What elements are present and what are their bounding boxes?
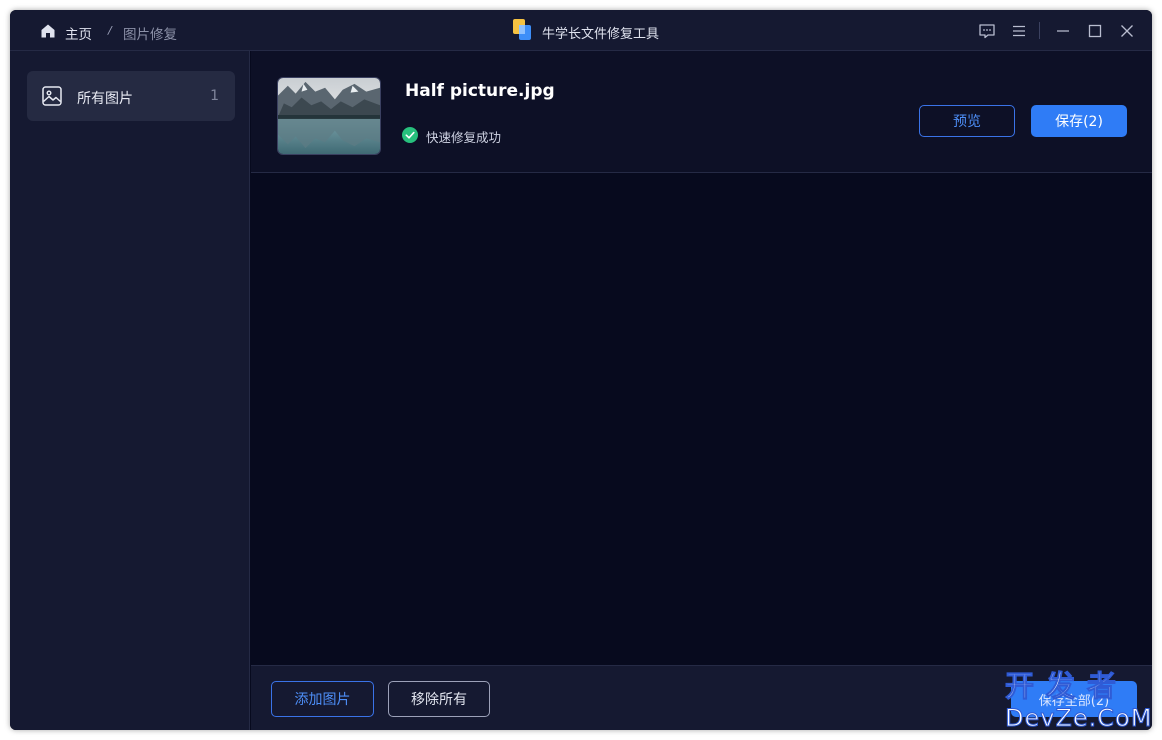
file-list-area [251,174,1152,665]
breadcrumb-separator: / [108,24,112,37]
watermark-line1: 开发者 [1004,669,1129,703]
sidebar: 所有图片 1 [10,51,250,730]
titlebar-divider [1039,22,1040,39]
check-circle-icon [402,127,418,143]
breadcrumb-home[interactable]: 主页 [65,23,92,43]
add-images-button[interactable]: 添加图片 [271,681,374,717]
save-button[interactable]: 保存(2) [1031,105,1127,137]
close-icon[interactable] [1118,22,1136,40]
status-text: 快速修复成功 [426,130,502,145]
minimize-icon[interactable] [1054,22,1072,40]
preview-button[interactable]: 预览 [919,105,1015,137]
watermark-line2: DevZe.CoM [1004,704,1153,732]
breadcrumb-current: 图片修复 [123,27,177,43]
remove-all-button[interactable]: 移除所有 [388,681,490,717]
image-thumbnail[interactable] [277,77,381,155]
sidebar-item-count: 1 [210,88,219,104]
sidebar-item-label: 所有图片 [77,91,133,107]
app-logo-icon [513,19,531,40]
file-name: Half picture.jpg [405,81,555,101]
feedback-icon[interactable] [978,22,996,40]
home-icon[interactable] [40,23,56,39]
image-icon [42,86,62,106]
sidebar-item-all-images[interactable]: 所有图片 1 [27,71,235,121]
maximize-icon[interactable] [1086,22,1104,40]
menu-icon[interactable] [1010,22,1028,40]
app-window: 主页 / 图片修复 牛学长文件修复工具 所有图片 1 Half picture.… [10,10,1152,730]
title-bar: 主页 / 图片修复 牛学长文件修复工具 [10,10,1152,51]
app-title: 牛学长文件修复工具 [542,27,660,42]
watermark-logo: 开发者 DevZe.CoM [995,669,1155,734]
file-row: Half picture.jpg 快速修复成功 预览 保存(2) [251,51,1152,173]
